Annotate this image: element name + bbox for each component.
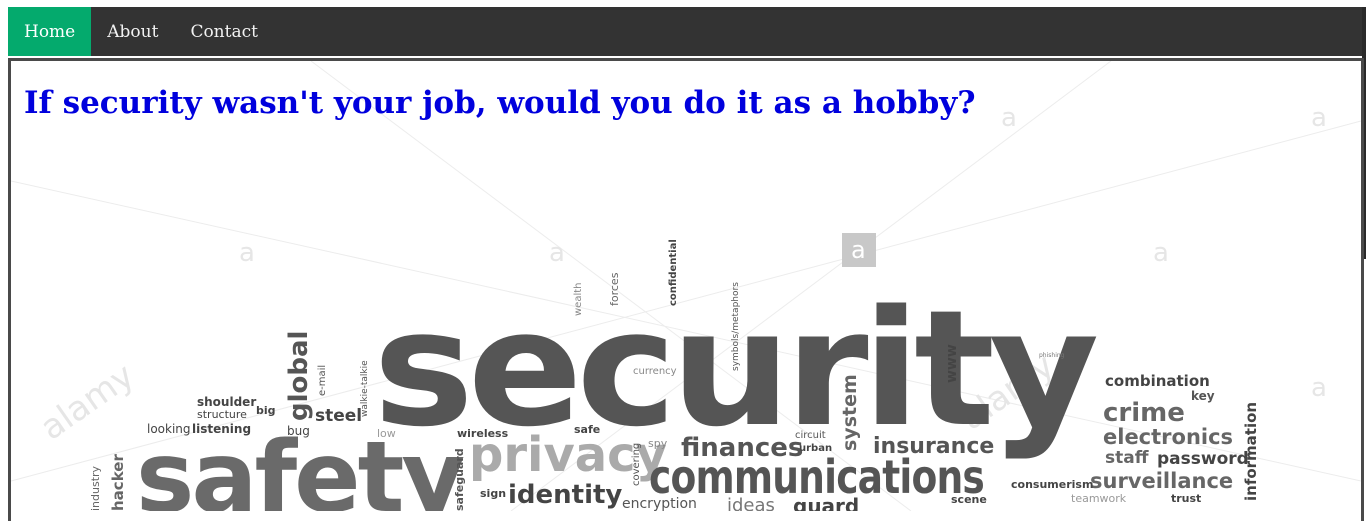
watermark-a-2: a <box>549 238 565 268</box>
word-bug: bug <box>287 424 310 438</box>
hero-section: alamy alamy a a a a a a a security safet… <box>8 58 1364 521</box>
word-looking: looking <box>147 422 191 436</box>
word-password: password <box>1157 449 1249 469</box>
word-symbols: symbols/metaphors <box>731 282 741 371</box>
word-circuit: circuit <box>795 430 826 441</box>
nav-contact-link[interactable]: Contact <box>174 7 274 56</box>
nav-about-link[interactable]: About <box>91 7 174 56</box>
word-information: information <box>1242 402 1260 501</box>
word-shoulder: shoulder <box>197 395 256 409</box>
word-system: system <box>839 374 861 451</box>
top-navigation: Home About Contact <box>8 7 1362 56</box>
word-industry: industry <box>89 465 102 511</box>
word-structure: structure <box>197 408 247 421</box>
word-spy: spy <box>648 437 668 450</box>
word-staff: staff <box>1105 448 1149 468</box>
word-identity: identity <box>508 480 622 510</box>
word-key: key <box>1191 389 1215 403</box>
word-email: e-mail <box>317 365 328 396</box>
word-low: low <box>377 427 396 440</box>
word-encryption: encryption <box>622 496 697 511</box>
word-covering: covering <box>631 443 642 486</box>
word-listening: listening <box>192 422 251 436</box>
word-walkie: walkie-talkie <box>360 360 370 417</box>
word-safe: safe <box>574 423 600 436</box>
security-word-cloud-image: alamy alamy a a a a a a a security safet… <box>11 61 1361 511</box>
word-urban: urban <box>799 443 832 454</box>
word-combination: combination <box>1105 372 1210 390</box>
word-www: www <box>944 344 960 383</box>
page-title: If security wasn't your job, would you d… <box>24 85 976 121</box>
word-surveillance: surveillance <box>1090 469 1233 493</box>
word-global: global <box>284 331 314 421</box>
watermark-a-3: a <box>1153 238 1169 268</box>
nav-home-link[interactable]: Home <box>8 7 92 56</box>
watermark-a-1: a <box>239 238 255 268</box>
word-forces: forces <box>608 272 621 306</box>
word-confidential: confidential <box>668 239 679 306</box>
watermark-a-5: a <box>1001 103 1017 133</box>
word-guard: guard <box>793 494 859 511</box>
word-hacker: hacker <box>109 454 127 511</box>
word-wealth: wealth <box>573 283 584 317</box>
word-insurance: insurance <box>873 434 994 459</box>
word-safeguard: safeguard <box>453 448 466 511</box>
word-consumerism: consumerism <box>1011 478 1093 491</box>
word-trust: trust <box>1171 492 1201 505</box>
word-steel: steel <box>315 406 362 426</box>
word-ideas: ideas <box>727 495 775 511</box>
word-electronics: electronics <box>1103 425 1233 449</box>
word-sign: sign <box>480 487 506 500</box>
word-finances: finances <box>681 433 803 463</box>
word-phishing: phishing <box>1039 352 1065 359</box>
word-scene: scene <box>951 493 987 506</box>
word-wireless: wireless <box>457 427 509 440</box>
alamy-logo-a: a <box>851 236 866 264</box>
word-big: big <box>256 404 276 417</box>
word-crime: crime <box>1103 398 1185 428</box>
watermark-alamy-1: alamy <box>33 356 141 449</box>
word-currency: currency <box>633 366 677 377</box>
watermark-a-4: a <box>1311 103 1327 133</box>
word-teamwork: teamwork <box>1071 492 1127 505</box>
watermark-a-6: a <box>1311 373 1327 403</box>
